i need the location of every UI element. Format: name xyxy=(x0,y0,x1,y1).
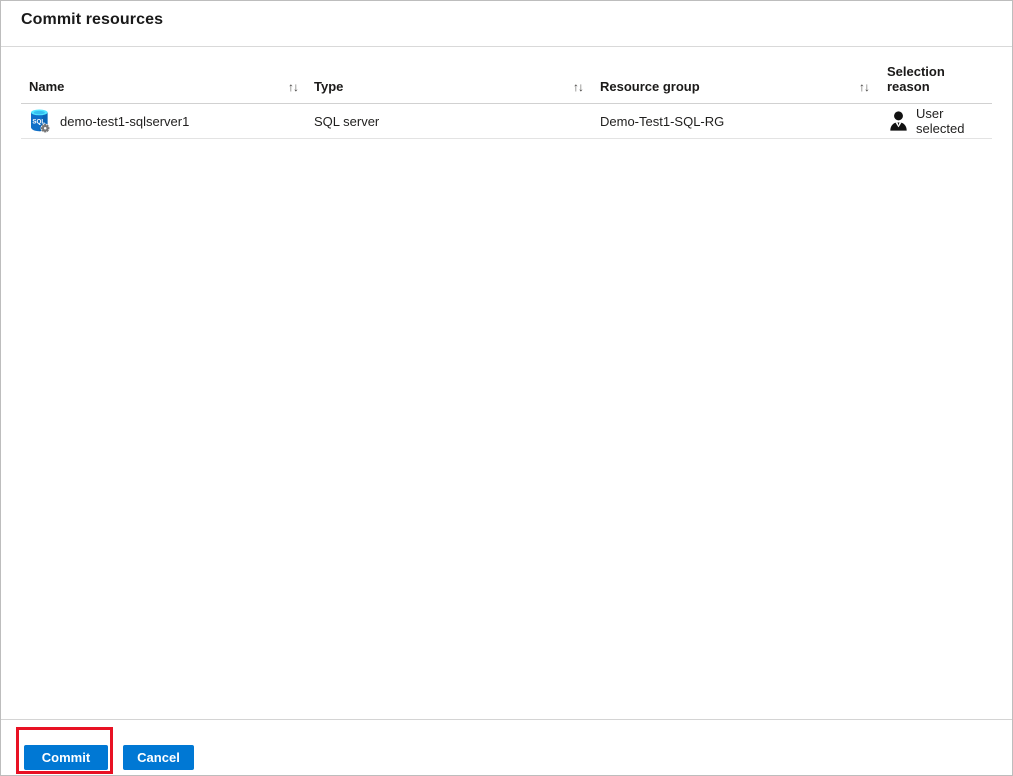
action-bar: Commit Cancel xyxy=(1,719,1012,775)
sql-server-icon: SQL xyxy=(29,109,50,133)
cell-name: SQL demo-test1-sqlserver1 xyxy=(21,109,306,133)
cell-type: SQL server xyxy=(306,114,591,129)
column-label: Name xyxy=(29,79,64,94)
column-header-type[interactable]: Type ↑↓ xyxy=(306,79,591,103)
commit-resources-pane: Commit resources Name ↑↓ Type ↑↓ Resourc… xyxy=(0,0,1013,776)
pane-header: Commit resources xyxy=(1,1,1012,47)
user-icon xyxy=(889,111,908,131)
table-header-row: Name ↑↓ Type ↑↓ Resource group ↑↓ Select… xyxy=(21,47,992,104)
cell-selection-reason: User selected xyxy=(877,106,992,136)
resources-table: Name ↑↓ Type ↑↓ Resource group ↑↓ Select… xyxy=(21,47,992,139)
commit-button[interactable]: Commit xyxy=(24,745,108,770)
cancel-button[interactable]: Cancel xyxy=(123,745,194,770)
resource-group: Demo-Test1-SQL-RG xyxy=(600,114,724,129)
table-row: SQL demo-test1-sqlserver1 SQL server xyxy=(21,104,992,139)
sort-icon: ↑↓ xyxy=(859,80,869,94)
column-header-selection-reason: Selection reason xyxy=(877,64,992,103)
column-header-resource-group[interactable]: Resource group ↑↓ xyxy=(591,79,877,103)
cell-resource-group: Demo-Test1-SQL-RG xyxy=(591,114,877,129)
page-title: Commit resources xyxy=(21,11,992,29)
gear-icon xyxy=(41,124,50,133)
column-header-name[interactable]: Name ↑↓ xyxy=(21,79,306,103)
column-label: Type xyxy=(314,79,343,94)
selection-reason: User selected xyxy=(916,106,984,136)
resource-type: SQL server xyxy=(314,114,379,129)
column-label: Selection reason xyxy=(887,64,984,94)
sort-icon: ↑↓ xyxy=(573,80,583,94)
column-label: Resource group xyxy=(600,79,700,94)
sort-icon: ↑↓ xyxy=(288,80,298,94)
resource-name: demo-test1-sqlserver1 xyxy=(60,114,189,129)
